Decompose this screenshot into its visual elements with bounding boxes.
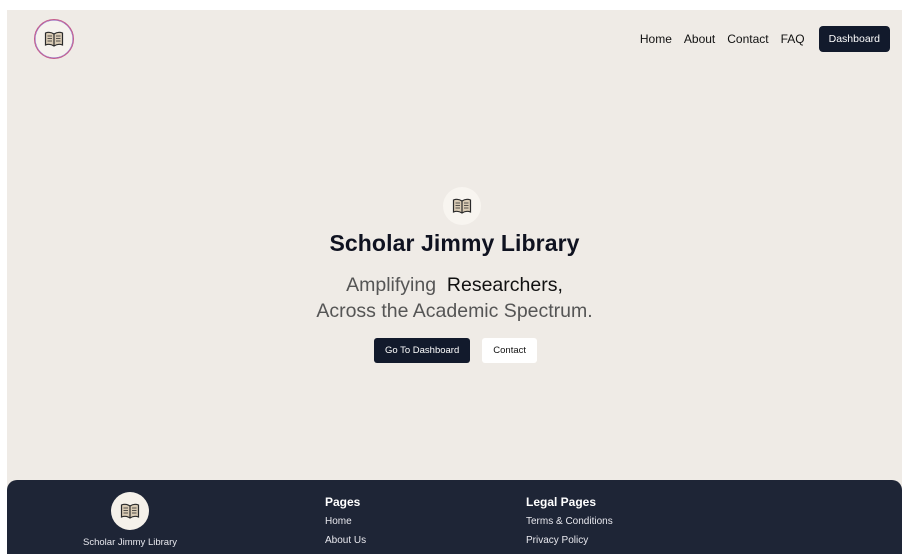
hero-subtitle-prefix: Amplifying (346, 274, 437, 296)
nav-about[interactable]: About (684, 32, 715, 46)
footer-logo[interactable] (111, 492, 149, 530)
open-book-icon (120, 503, 140, 519)
footer-brand-name: Scholar Jimmy Library (83, 537, 177, 548)
site-logo[interactable] (34, 19, 74, 59)
hero-actions: Go To Dashboard Contact (7, 338, 902, 363)
hero-subtitle: Amplifying Researchers, Across the Acade… (7, 272, 902, 324)
footer-pages-heading: Pages (325, 495, 361, 509)
nav-home[interactable]: Home (640, 32, 672, 46)
nav-contact[interactable]: Contact (727, 32, 768, 46)
dashboard-button[interactable]: Dashboard (818, 26, 890, 52)
footer-link-privacy[interactable]: Privacy Policy (526, 535, 613, 546)
footer-pages-column: Pages Home About Us (325, 495, 366, 554)
nav-faq[interactable]: FAQ (781, 32, 805, 46)
site-footer: Scholar Jimmy Library Pages Home About U… (7, 480, 902, 554)
main-nav: Home About Contact FAQ Dashboard (640, 26, 890, 52)
hero-subtitle-highlight: Researchers, (446, 274, 563, 296)
footer-legal-heading: Legal Pages (526, 495, 597, 509)
open-book-icon (44, 31, 64, 47)
landing-page: Home About Contact FAQ Dashboard Scholar… (7, 10, 902, 554)
hero-subtitle-line2: Across the Academic Spectrum. (316, 300, 593, 322)
contact-button[interactable]: Contact (482, 338, 538, 363)
open-book-icon (452, 198, 472, 214)
go-to-dashboard-button[interactable]: Go To Dashboard (373, 338, 471, 363)
hero-logo (443, 187, 481, 225)
footer-link-about-us[interactable]: About Us (325, 535, 366, 546)
footer-link-terms[interactable]: Terms & Conditions (526, 516, 613, 527)
hero-title: Scholar Jimmy Library (329, 230, 580, 256)
footer-link-home[interactable]: Home (325, 516, 366, 527)
footer-legal-column: Legal Pages Terms & Conditions Privacy P… (526, 495, 613, 554)
